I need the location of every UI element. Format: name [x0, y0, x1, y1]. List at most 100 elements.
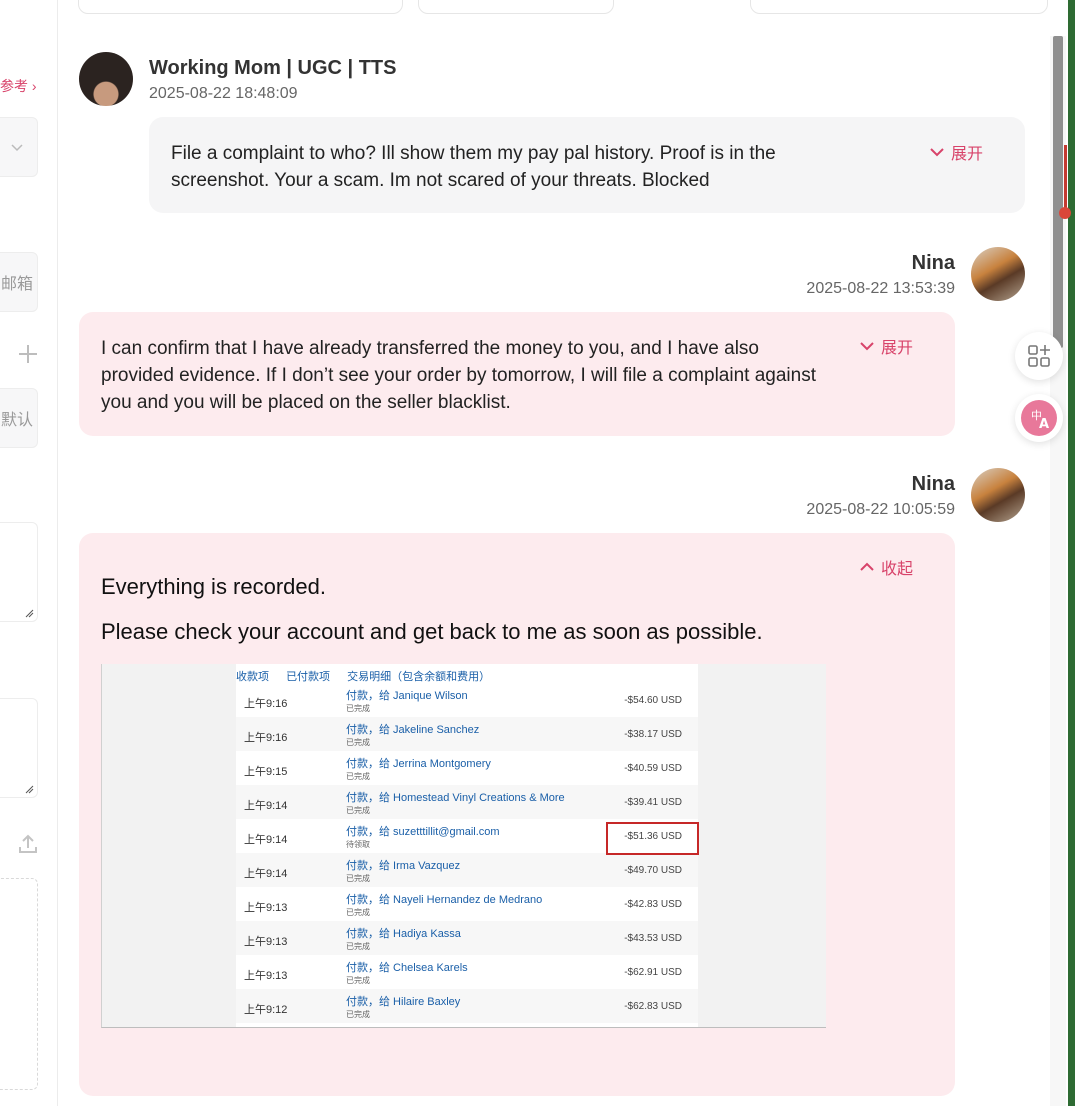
plus-icon[interactable]: [17, 343, 39, 365]
resize-handle-icon[interactable]: [24, 784, 34, 794]
transaction-amount: -$62.83 USD: [624, 1001, 682, 1012]
reference-link-label: 参考: [0, 78, 28, 94]
chevron-up-icon: [860, 562, 874, 571]
transaction-row[interactable]: 上午9:13 付款，给 Hadiya Kassa 已完成 -$43.53 USD: [236, 921, 698, 955]
chevron-down-icon: [11, 144, 23, 152]
grid-sparkle-icon: [1028, 345, 1050, 367]
tab-received: 收款项: [236, 671, 269, 683]
side-marker-dot: [1059, 207, 1071, 219]
transaction-panel: 收款项 已付款项 交易明细（包含余额和费用） 上午9:16 付款，给 Janiqu…: [236, 664, 699, 1027]
top-card: [418, 0, 614, 14]
transaction-status: 已完成: [346, 772, 370, 781]
transaction-time: 上午9:16: [244, 698, 288, 710]
transaction-row[interactable]: 上午9:13 付款，给 Chelsea Karels 已完成 -$62.91 USD: [236, 955, 698, 989]
transaction-status: 已完成: [346, 1010, 370, 1019]
chevron-right-icon: ›: [31, 78, 37, 94]
transaction-payee: 付款，给 Jakeline Sanchez: [346, 724, 480, 736]
top-card: [750, 0, 1048, 14]
transaction-row[interactable]: 上午9:13 付款，给 Nayeli Hernandez de Medrano 已完…: [236, 887, 698, 921]
upload-dropzone[interactable]: [0, 878, 38, 1090]
avatar: [971, 468, 1025, 522]
window-edge: [1068, 0, 1075, 1106]
sender-name: Nina: [911, 473, 955, 495]
transaction-status: 已完成: [346, 874, 370, 883]
transaction-row[interactable]: 上午9:14 付款，给 Irma Vazquez 已完成 -$49.70 USD: [236, 853, 698, 887]
transaction-row[interactable]: 上午9:14 付款，给 Homestead Vinyl Creations & M…: [236, 785, 698, 819]
transaction-status: 已完成: [346, 908, 370, 917]
transaction-row[interactable]: 上午9:15 付款，给 Jerrina Montgomery 已完成 -$40.59 …: [236, 751, 698, 785]
attached-screenshot[interactable]: 收款项 已付款项 交易明细（包含余额和费用） 上午9:16 付款，给 Janiqu…: [101, 664, 826, 1028]
upload-icon[interactable]: [16, 832, 40, 856]
message-time: 2025-08-22 10:05:59: [806, 501, 955, 518]
transaction-time: 上午9:15: [244, 766, 288, 778]
sender-name: Working Mom | UGC | TTS: [149, 57, 397, 79]
sender-name: Nina: [911, 252, 955, 274]
transaction-payee: 付款，给 Hadiya Kassa: [346, 928, 461, 940]
textarea-1[interactable]: [0, 522, 38, 622]
reference-link[interactable]: 参考 ›: [0, 76, 37, 96]
message-line: Everything is recorded.: [101, 574, 326, 599]
transaction-time: 上午9:14: [244, 834, 288, 846]
tab-details: 交易明细（包含余额和费用）: [347, 671, 491, 683]
transaction-payee: 付款，给 Homestead Vinyl Creations & More: [346, 792, 565, 804]
transaction-time: 上午9:13: [244, 902, 288, 914]
transaction-amount: -$39.41 USD: [624, 797, 682, 808]
message-text: I can confirm that I have already transf…: [101, 338, 816, 413]
textarea-2[interactable]: [0, 698, 38, 798]
expand-label: 展开: [951, 146, 984, 163]
transaction-row[interactable]: 上午9:16 付款，给 Janique Wilson 已完成 -$54.60 USD: [236, 683, 698, 717]
expand-label: 展开: [881, 340, 914, 357]
apps-button[interactable]: [1015, 332, 1063, 380]
select-field[interactable]: [0, 117, 38, 177]
side-marker: [1064, 145, 1067, 215]
left-form-panel: 参考 › 邮箱 默认: [0, 0, 58, 1106]
transaction-payee: 付款，给 Janique Wilson: [346, 690, 468, 702]
transaction-amount: -$43.53 USD: [624, 933, 682, 944]
transaction-status: 已完成: [346, 976, 370, 985]
transaction-payee: 付款，给 Jerrina Montgomery: [346, 758, 491, 770]
transaction-amount: -$54.60 USD: [624, 695, 682, 706]
transaction-time: 上午9:16: [244, 732, 288, 744]
transaction-payee: 付款，给 Irma Vazquez: [346, 860, 461, 872]
resize-handle-icon[interactable]: [24, 608, 34, 618]
chevron-down-icon: [930, 148, 944, 157]
default-field[interactable]: 默认: [0, 388, 38, 448]
transaction-amount: -$40.59 USD: [624, 763, 682, 774]
transaction-amount: -$42.83 USD: [624, 899, 682, 910]
transaction-time: 上午9:12: [244, 1004, 288, 1016]
expand-toggle[interactable]: 展开: [929, 140, 983, 164]
transaction-payee: 付款，给 Chelsea Karels: [346, 962, 468, 974]
transaction-status: 待领取: [346, 840, 370, 849]
chevron-down-icon: [860, 342, 874, 351]
transaction-time: 上午9:14: [244, 868, 288, 880]
transaction-payee: 付款，给 Nayeli Hernandez de Medrano: [346, 894, 543, 906]
chat-page: 参考 › 邮箱 默认 Working Mom | UGC | TTS 2025-…: [0, 0, 1075, 1106]
transaction-row[interactable]: 上午9:12 付款，给 Hilaire Baxley 已完成 -$62.83 USD: [236, 989, 698, 1023]
highlight-box: [606, 822, 699, 855]
top-card: [78, 0, 403, 14]
collapse-toggle[interactable]: 收起: [859, 555, 913, 579]
message-time: 2025-08-22 13:53:39: [806, 280, 955, 297]
transaction-amount: -$49.70 USD: [624, 865, 682, 876]
avatar: [971, 247, 1025, 301]
transaction-payee: 付款，给 Hilaire Baxley: [346, 996, 461, 1008]
scrollbar-thumb[interactable]: [1053, 36, 1063, 348]
translate-icon: 中 A: [1021, 400, 1057, 436]
transaction-amount: -$62.91 USD: [624, 967, 682, 978]
transaction-status: 已完成: [346, 942, 370, 951]
transaction-status: 已完成: [346, 806, 370, 815]
expand-toggle[interactable]: 展开: [859, 334, 913, 358]
avatar: [79, 52, 133, 106]
message-time: 2025-08-22 18:48:09: [149, 85, 298, 102]
email-field[interactable]: 邮箱: [0, 252, 38, 312]
transaction-time: 上午9:14: [244, 800, 288, 812]
transaction-status: 已完成: [346, 738, 370, 747]
translate-button[interactable]: 中 A: [1015, 394, 1063, 442]
collapse-label: 收起: [881, 561, 914, 578]
default-field-text: 默认: [1, 412, 34, 429]
transaction-tabs: 收款项 已付款项 交易明细（包含余额和费用）: [236, 668, 504, 684]
transaction-row[interactable]: 上午9:16 付款，给 Jakeline Sanchez 已完成 -$38.17 US…: [236, 717, 698, 751]
transaction-payee: 付款，给 suzetttillit@gmail.com: [346, 826, 500, 838]
transaction-status: 已完成: [346, 704, 370, 713]
message-line: Please check your account and get back t…: [101, 619, 763, 644]
